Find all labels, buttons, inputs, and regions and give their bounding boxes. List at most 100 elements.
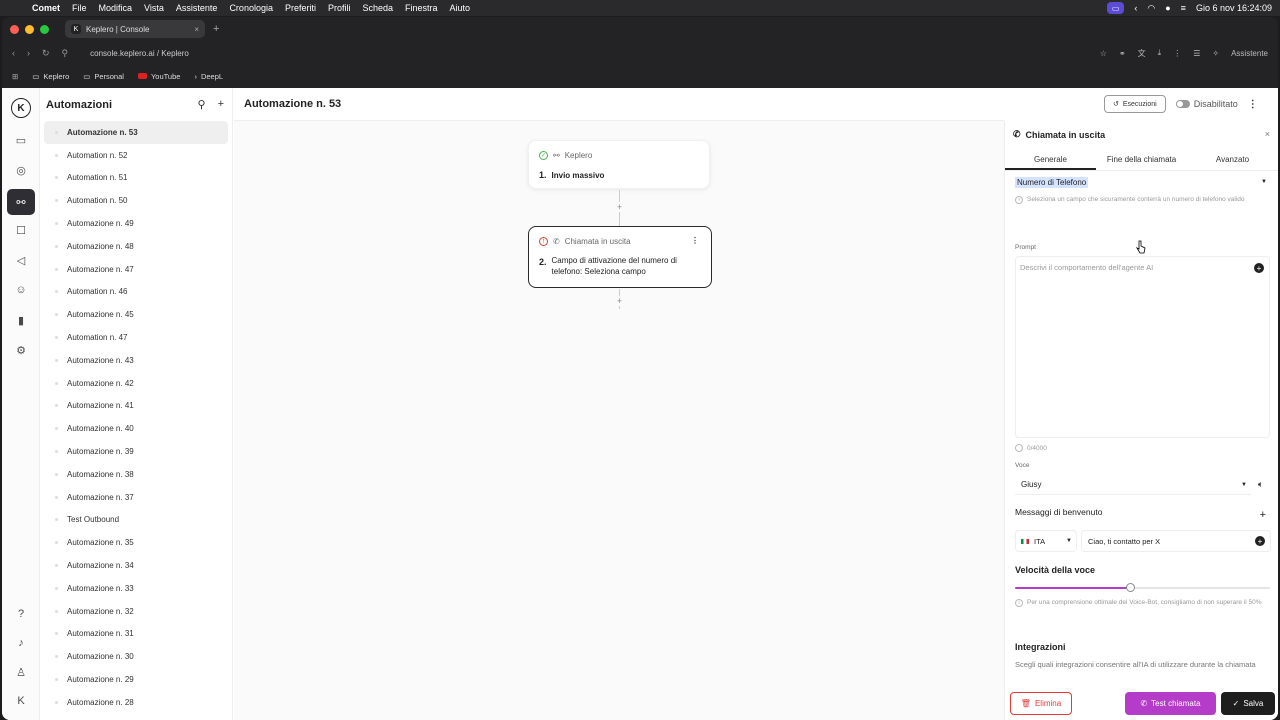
enable-toggle[interactable]: Disabilitato <box>1175 99 1238 109</box>
tab-generale[interactable]: Generale <box>1005 149 1096 170</box>
download-icon[interactable]: ⤓ <box>1158 48 1162 58</box>
extensions-icon[interactable]: ✧ <box>1212 49 1219 58</box>
test-call-button[interactable]: ✆ Test chiamata <box>1125 692 1216 715</box>
automation-list-item[interactable]: Automazione n. 41 <box>44 395 228 418</box>
bookmark-youtube[interactable]: YouTube <box>137 72 180 81</box>
menu-cronologia[interactable]: Cronologia <box>229 3 273 13</box>
contacts-icon[interactable]: ☐ <box>13 222 29 238</box>
forward-icon[interactable]: › <box>27 48 30 59</box>
bookmark-deepl[interactable]: › DeepL <box>194 72 223 81</box>
language-select[interactable]: ITA ▼ <box>1015 530 1077 552</box>
close-panel-icon[interactable]: × <box>1265 129 1270 139</box>
settings-icon[interactable]: ⚙ <box>13 342 29 358</box>
close-window-button[interactable] <box>10 24 19 34</box>
automation-list-item[interactable]: Automazione n. 43 <box>44 349 228 372</box>
radar-icon[interactable]: ◎ <box>13 162 29 178</box>
flow-node-1[interactable]: ✓ ⚯ Keplero 1. Invio massivo <box>528 140 710 189</box>
menu-app-name[interactable]: Comet <box>32 3 60 13</box>
menu-aiuto[interactable]: Aiuto <box>450 3 471 13</box>
automation-list-item[interactable]: Automazione n. 42 <box>44 372 228 395</box>
automation-list-item[interactable]: Automazione n. 39 <box>44 440 228 463</box>
automation-list-item[interactable]: Automazione n. 40 <box>44 417 228 440</box>
phone-field-select[interactable]: Numero di Telefono ▼ <box>1015 175 1267 189</box>
flow-node-2[interactable]: ! ✆ Chiamata in uscita ⋮ 2. Campo di att… <box>528 226 712 288</box>
automation-list-item[interactable]: Automation n. 47 <box>44 326 228 349</box>
analytics-icon[interactable]: ▮ <box>13 312 29 328</box>
bookmark-personal[interactable]: ▭ Personal <box>83 72 124 81</box>
automation-list-item[interactable]: Automazione n. 28 <box>44 691 228 714</box>
sidebar-toggle-icon[interactable]: ☰ <box>1193 49 1200 58</box>
status-badge-icon[interactable]: ▭ <box>1106 2 1125 14</box>
menu-finestra[interactable]: Finestra <box>405 3 438 13</box>
notifications-icon[interactable]: ♪ <box>13 635 29 651</box>
prompt-textarea[interactable]: Descrivi il comportamento dell'agente AI… <box>1015 256 1270 438</box>
back-icon[interactable]: ‹ <box>12 48 15 59</box>
new-tab-icon[interactable]: + <box>213 23 219 35</box>
profile-icon[interactable]: ♙ <box>13 664 29 680</box>
automation-list-item[interactable]: Automazione n. 48 <box>44 235 228 258</box>
reload-icon[interactable]: ↻ <box>42 48 50 59</box>
automation-list-item[interactable]: Automazione n. 29 <box>44 668 228 691</box>
agent-icon[interactable]: ☺ <box>13 282 29 298</box>
translate-icon[interactable]: 文 <box>1138 48 1146 59</box>
bookmark-keplero[interactable]: ▭ Keplero <box>32 72 69 81</box>
search-icon[interactable]: ⚲ <box>198 98 206 111</box>
tab-avanzato[interactable]: Avanzato <box>1187 149 1278 170</box>
add-variable-icon[interactable]: + <box>1254 263 1264 273</box>
add-step-icon[interactable]: + <box>615 296 624 306</box>
apps-grid-icon[interactable]: ⊞ <box>12 72 18 81</box>
tab-fine-chiamata[interactable]: Fine della chiamata <box>1096 149 1187 170</box>
speaker-preview-icon[interactable]: 🔈︎ <box>1258 479 1263 490</box>
toggle-switch[interactable] <box>1175 100 1190 108</box>
automation-list-item[interactable]: Automazione n. 34 <box>44 554 228 577</box>
automation-list-item[interactable]: Automazione n. 45 <box>44 303 228 326</box>
menu-file[interactable]: File <box>72 3 87 13</box>
welcome-message-input[interactable]: Ciao, ti contatto per X + <box>1081 530 1271 552</box>
automation-list-item[interactable]: Automazione n. 30 <box>44 645 228 668</box>
assistant-button[interactable]: Assistente <box>1231 49 1268 58</box>
user-icon[interactable]: ● <box>1165 3 1170 13</box>
slider-handle[interactable] <box>1125 583 1135 592</box>
automation-list-item[interactable]: Automazione n. 49 <box>44 212 228 235</box>
automation-list-item[interactable]: Automazione n. 35 <box>44 531 228 554</box>
automation-list-item[interactable]: Automazione n. 38 <box>44 463 228 486</box>
save-button[interactable]: ✓ Salva <box>1221 692 1275 715</box>
control-center-icon[interactable]: ≡ <box>1181 3 1186 13</box>
voice-select[interactable]: Giusy ▼ <box>1015 475 1251 495</box>
menubar-clock[interactable]: Gio 6 nov 16:24:09 <box>1196 3 1272 13</box>
share-link-icon[interactable]: ⚭ <box>1119 49 1126 58</box>
chevron-left-icon[interactable]: ‹ <box>1134 3 1137 13</box>
automation-list-item[interactable]: Test Outbound <box>44 509 228 532</box>
automation-list-item[interactable]: Automazione n. 37 <box>44 486 228 509</box>
browser-tab[interactable]: K Keplero | Console × <box>65 20 205 38</box>
menu-preferiti[interactable]: Preferiti <box>285 3 316 13</box>
node-menu-icon[interactable]: ⋮ <box>691 236 699 245</box>
add-welcome-icon[interactable]: + <box>1260 509 1266 521</box>
menu-vista[interactable]: Vista <box>144 3 164 13</box>
automation-list-item[interactable]: Automation n. 51 <box>44 167 228 190</box>
automation-list-item[interactable]: Automation n. 52 <box>44 144 228 167</box>
close-tab-icon[interactable]: × <box>194 25 199 34</box>
speed-slider[interactable] <box>1015 583 1270 592</box>
more-options-icon[interactable]: ⋮ <box>1248 99 1258 110</box>
keplero-small-logo-icon[interactable]: K <box>13 693 29 709</box>
url-field[interactable]: console.keplero.ai / Keplero <box>90 49 189 58</box>
menu-modifica[interactable]: Modifica <box>99 3 133 13</box>
keplero-logo-icon[interactable]: K <box>11 98 31 118</box>
automations-icon[interactable]: ⚯ <box>7 189 35 215</box>
add-variable-icon[interactable]: + <box>1255 536 1265 546</box>
tools-icon[interactable]: ⋮ <box>1173 49 1181 58</box>
automation-list-item[interactable]: Automation n. 46 <box>44 281 228 304</box>
automation-list-item[interactable]: Automazione n. 47 <box>44 258 228 281</box>
automation-list-item[interactable]: Automazione n. 33 <box>44 577 228 600</box>
automation-list-item[interactable]: Automazione n. 53 <box>44 121 228 144</box>
menu-assistente[interactable]: Assistente <box>176 3 218 13</box>
minimize-window-button[interactable] <box>25 24 34 34</box>
executions-button[interactable]: ↺ Esecuzioni <box>1104 95 1166 113</box>
bookmark-star-icon[interactable]: ☆ <box>1100 49 1107 58</box>
maximize-window-button[interactable] <box>40 24 49 34</box>
campaign-icon[interactable]: ◁ <box>13 252 29 268</box>
help-icon[interactable]: ? <box>13 606 29 622</box>
automation-list-item[interactable]: Automazione n. 32 <box>44 600 228 623</box>
automation-list-item[interactable]: Automation n. 50 <box>44 189 228 212</box>
